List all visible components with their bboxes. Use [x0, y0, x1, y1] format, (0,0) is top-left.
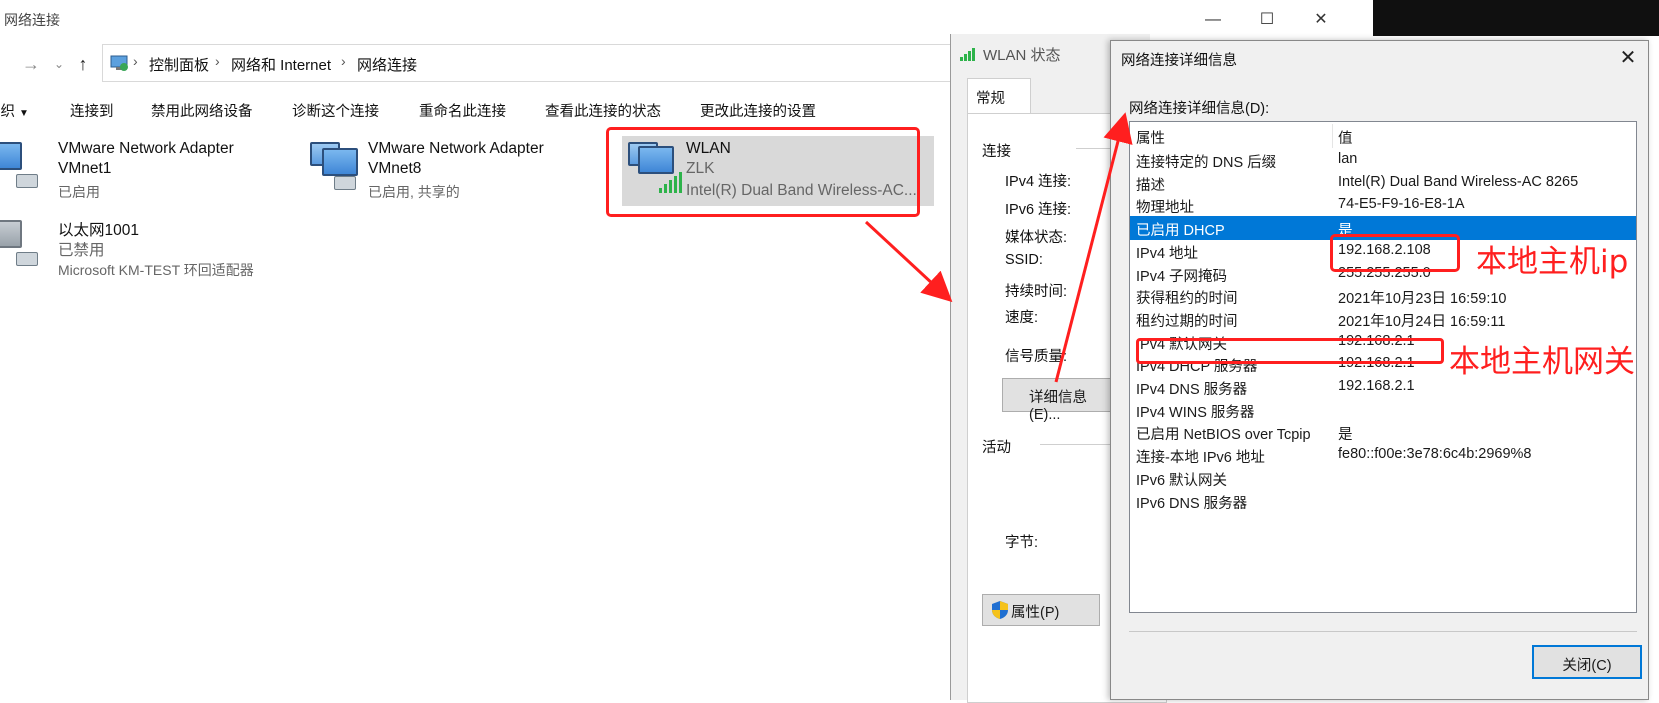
arrow-to-details-dialog	[1054, 112, 1133, 383]
annotation-arrows	[864, 112, 1133, 383]
arrow-to-status-window	[864, 220, 953, 303]
